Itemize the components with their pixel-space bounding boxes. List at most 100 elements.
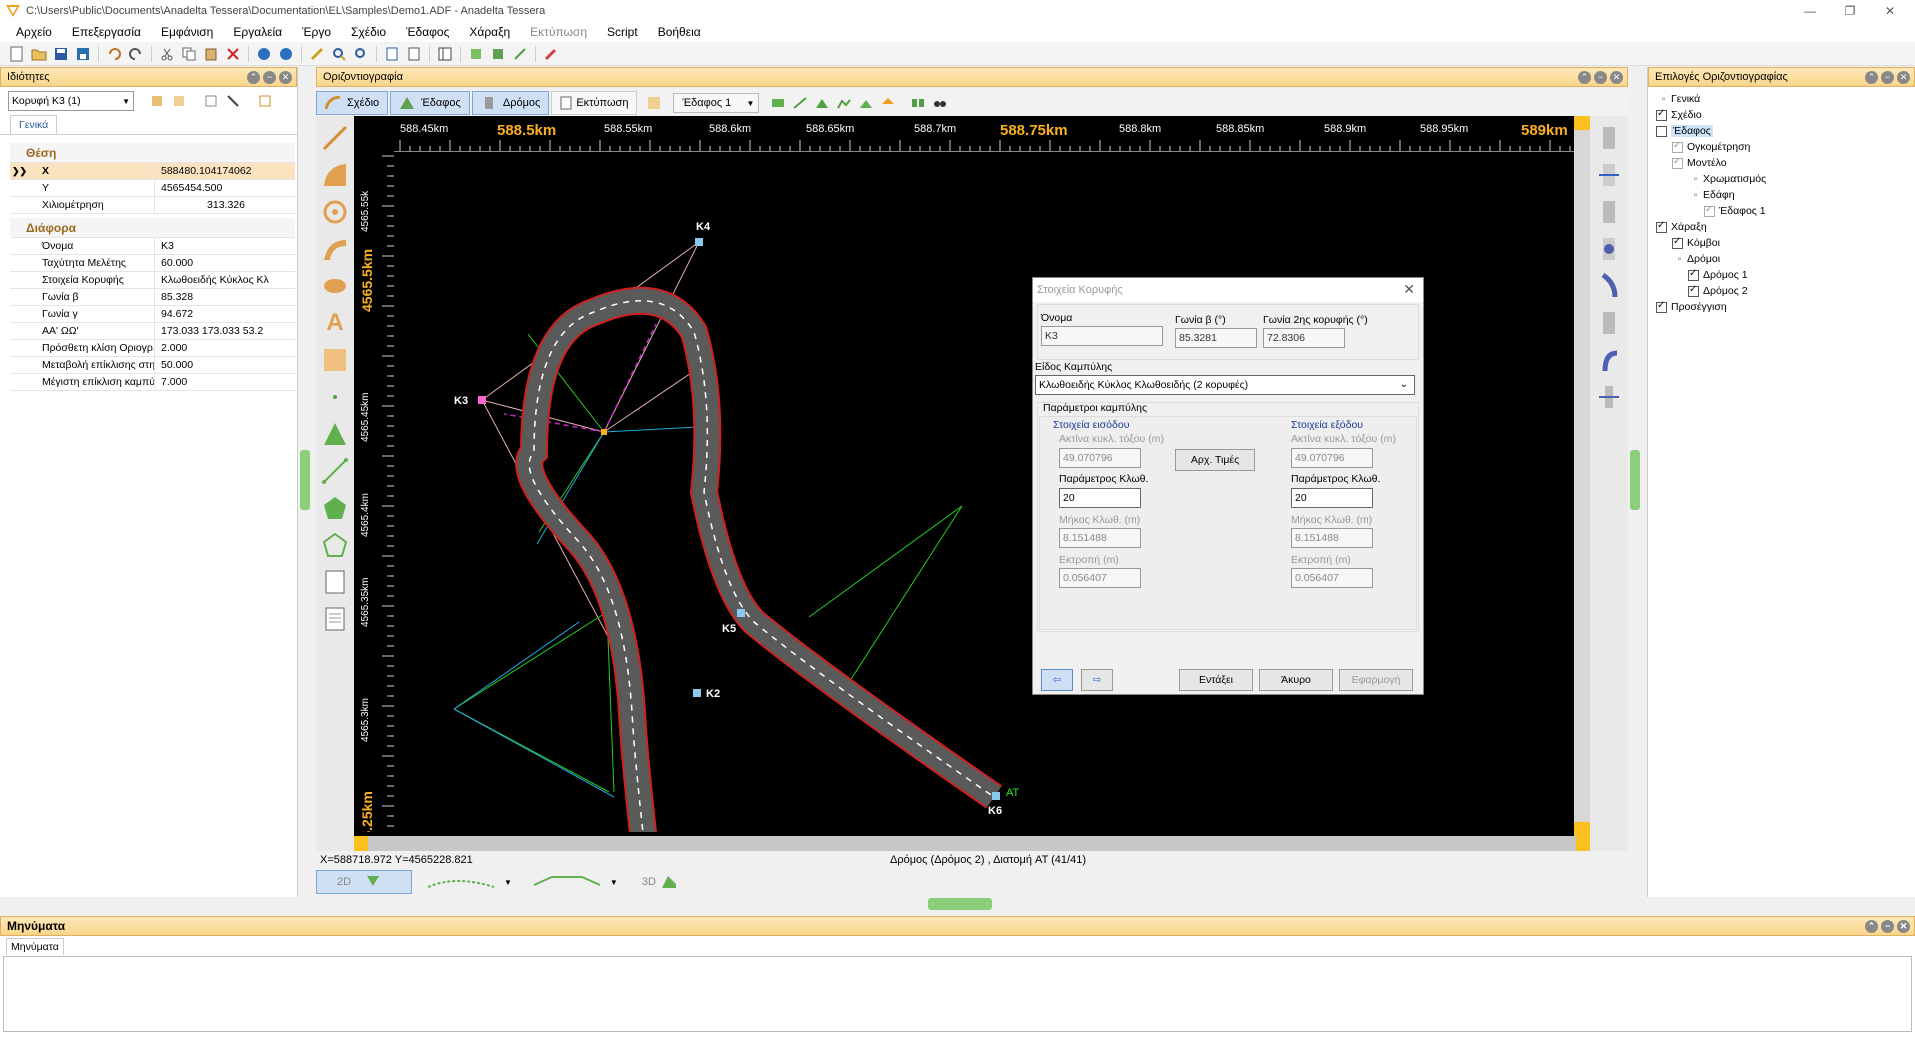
bottom-splitter-handle[interactable]	[928, 898, 992, 910]
left-splitter-handle[interactable]	[300, 450, 310, 510]
checkbox[interactable]	[1656, 300, 1667, 313]
line-tool-icon[interactable]	[320, 123, 350, 153]
vertex-k6[interactable]	[992, 792, 1000, 800]
tree-node[interactable]: Σχέδιο	[1656, 107, 1915, 123]
tab-print[interactable]: Εκτύπωση	[551, 91, 638, 115]
vertical-scrollbar[interactable]	[1574, 116, 1590, 836]
paste-icon[interactable]	[202, 45, 220, 63]
view-2d-button[interactable]: 2D	[316, 870, 412, 894]
right-splitter-handle[interactable]	[1630, 450, 1640, 510]
checkbox[interactable]	[1688, 284, 1699, 297]
checkbox[interactable]	[1656, 220, 1667, 233]
alignment-tool-7-icon[interactable]	[1594, 345, 1624, 375]
checkbox[interactable]	[1704, 204, 1715, 217]
circle-tool-icon[interactable]	[320, 197, 350, 227]
polygon-tool-icon[interactable]	[320, 493, 350, 523]
layout-icon[interactable]	[436, 45, 454, 63]
vertex-k4[interactable]	[695, 238, 703, 246]
panel-collapse-icon[interactable]: ⌃	[1865, 70, 1878, 84]
menu-print[interactable]: Εκτύπωση	[520, 25, 597, 39]
props-grid-icon[interactable]	[202, 92, 220, 110]
prop-row[interactable]: Μεταβολή επίκλισης στην ευθ 50.000	[10, 357, 295, 374]
chevron-down-icon[interactable]: ▼	[610, 878, 618, 887]
terrain-tool-1-icon[interactable]	[769, 94, 787, 112]
section-view-icon[interactable]	[532, 873, 602, 891]
prop-row[interactable]: Όνομα K3	[10, 238, 295, 255]
pencil-tool-icon[interactable]	[542, 45, 560, 63]
entry-length-field[interactable]: 8.151488	[1059, 528, 1141, 548]
exit-length-field[interactable]: 8.151488	[1291, 528, 1373, 548]
menu-help[interactable]: Βοήθεια	[648, 25, 711, 39]
arc-tool-icon[interactable]	[320, 160, 350, 190]
panel-close-icon[interactable]: ✕	[1610, 70, 1623, 84]
panel-float-icon[interactable]: −	[1881, 919, 1894, 933]
text-tool-icon[interactable]: A	[320, 308, 350, 338]
alignment-tool-4-icon[interactable]	[1594, 234, 1624, 264]
ellipse-tool-icon[interactable]	[320, 271, 350, 301]
exit-offset-field[interactable]: 0.056407	[1291, 568, 1373, 588]
ok-button[interactable]: Εντάξει	[1179, 669, 1253, 691]
menu-script[interactable]: Script	[597, 25, 648, 39]
terrain-tool-2-icon[interactable]	[791, 94, 809, 112]
redo-icon[interactable]	[127, 45, 145, 63]
tree-node[interactable]: Χάραξη	[1656, 219, 1915, 235]
menu-drawing[interactable]: Σχέδιο	[341, 25, 396, 39]
tab-general[interactable]: Γενικά	[10, 115, 58, 134]
menu-edit[interactable]: Επεξεργασία	[62, 25, 151, 39]
terrain-tool-4-icon[interactable]	[835, 94, 853, 112]
props-filter-icon[interactable]	[224, 92, 242, 110]
panel-close-icon[interactable]: ✕	[1897, 919, 1910, 933]
prop-row-x[interactable]: ❯❯ X 588480.104174062	[10, 163, 295, 180]
prop-row[interactable]: Γωνία γ 94.672	[10, 306, 295, 323]
entry-param-field[interactable]: 20	[1059, 488, 1141, 508]
minimize-button[interactable]: —	[1795, 2, 1825, 20]
curve-tool-icon[interactable]	[320, 234, 350, 264]
alignment-tool-1-icon[interactable]	[1594, 123, 1624, 153]
checkbox[interactable]	[1688, 268, 1699, 281]
panel-float-icon[interactable]: −	[1594, 70, 1607, 84]
prop-row-y[interactable]: Y 4565454.500	[10, 180, 295, 197]
nav-back-icon[interactable]	[255, 45, 273, 63]
exit-param-field[interactable]: 20	[1291, 488, 1373, 508]
alignment-tool-2-icon[interactable]	[1594, 160, 1624, 190]
apply-button[interactable]: Εφαρμογή	[1339, 669, 1413, 691]
props-icon-b[interactable]	[170, 92, 188, 110]
beta-field[interactable]: 85.3281	[1175, 328, 1257, 348]
panel-close-icon[interactable]: ✕	[279, 70, 292, 84]
horizontal-scrollbar[interactable]	[354, 836, 1590, 851]
tree-node[interactable]: ▫ Δρόμοι	[1656, 251, 1915, 267]
checkbox[interactable]	[1656, 125, 1667, 137]
find-icon[interactable]	[352, 45, 370, 63]
tree-node[interactable]: ▫ Εδάφη	[1656, 187, 1915, 203]
panel-collapse-icon[interactable]: ⌃	[1865, 919, 1878, 933]
menu-view[interactable]: Εμφάνιση	[151, 25, 223, 39]
panel-float-icon[interactable]: −	[1881, 70, 1894, 84]
props-edit-icon[interactable]	[256, 92, 274, 110]
cancel-button[interactable]: Άκυρο	[1259, 669, 1333, 691]
terrain-tool-6-icon[interactable]	[879, 94, 897, 112]
tree-node[interactable]: Κόμβοι	[1656, 235, 1915, 251]
alignment-tool-5-icon[interactable]	[1594, 271, 1624, 301]
cut-icon[interactable]	[158, 45, 176, 63]
save-icon[interactable]	[52, 45, 70, 63]
menu-file[interactable]: Αρχείο	[6, 25, 62, 39]
curve-type-select[interactable]: Κλωθοειδής Κύκλος Κλωθοειδής (2 κορυφές)…	[1035, 375, 1415, 395]
terrain-select[interactable]: Έδαφος 1 ▼	[673, 93, 760, 113]
tab-drawing[interactable]: Σχέδιο	[316, 91, 389, 115]
menu-alignment[interactable]: Χάραξη	[459, 25, 520, 39]
export-icon[interactable]	[405, 45, 423, 63]
menu-terrain[interactable]: Έδαφος	[396, 25, 459, 39]
tab-road[interactable]: Δρόμος	[471, 91, 550, 115]
props-icon-a[interactable]	[148, 92, 166, 110]
terrain-tool-5-icon[interactable]	[857, 94, 875, 112]
hatch-tool-icon[interactable]	[320, 345, 350, 375]
dialog-close-icon[interactable]: ✕	[1403, 281, 1415, 298]
open-folder-icon[interactable]	[30, 45, 48, 63]
vertex-k3[interactable]	[478, 396, 486, 404]
tree-node[interactable]: Δρόμος 1	[1656, 267, 1915, 283]
alignment-tool-8-icon[interactable]	[1594, 382, 1624, 412]
prop-row[interactable]: Γωνία β 85.328	[10, 289, 295, 306]
triangle-tool-icon[interactable]	[320, 419, 350, 449]
beta2-field[interactable]: 72.8306	[1263, 328, 1345, 348]
tab-messages[interactable]: Μηνύματα	[6, 937, 64, 955]
